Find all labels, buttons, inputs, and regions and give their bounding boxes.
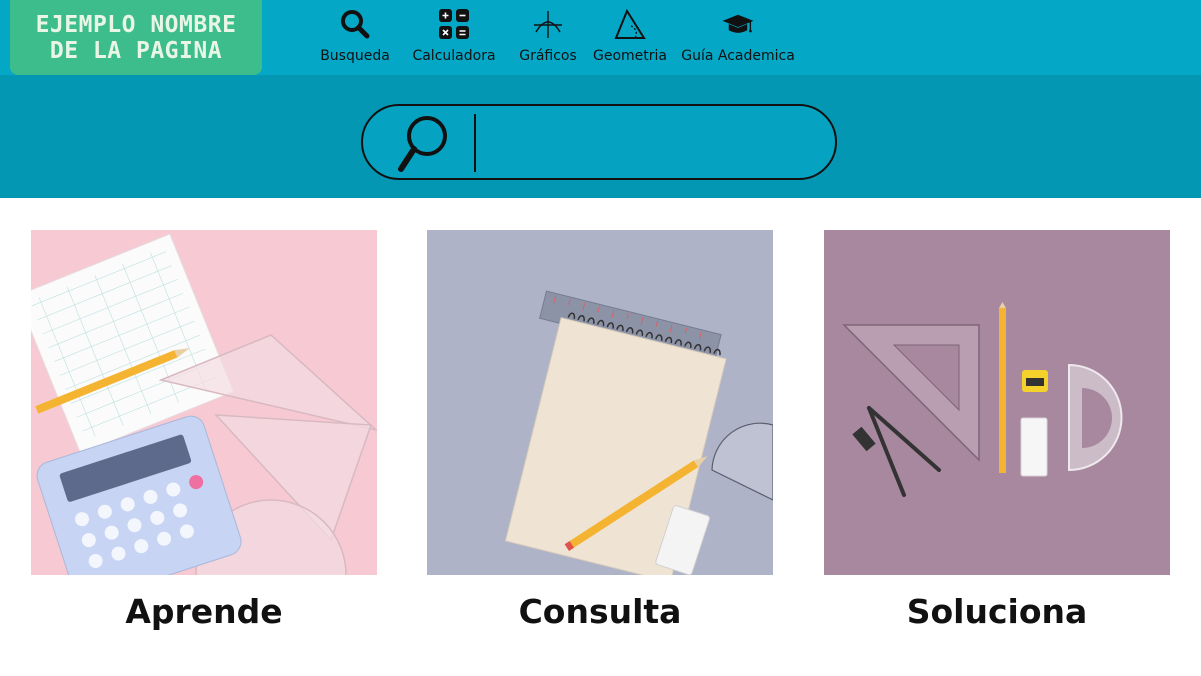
- card-soluciona[interactable]: Soluciona: [824, 230, 1170, 631]
- nav-item-graficos[interactable]: Gráficos: [513, 6, 583, 64]
- card-consulta[interactable]: Consulta: [427, 230, 773, 631]
- search-icon: [338, 6, 372, 42]
- nav-label: Guía Academica: [681, 48, 795, 64]
- search-bar[interactable]: [361, 104, 837, 180]
- purple-geometry-tools-photo[interactable]: [824, 230, 1170, 575]
- nav-item-geometria[interactable]: Geometria: [592, 6, 668, 64]
- site-name: EJEMPLO NOMBRE DE LA PAGINA: [35, 11, 237, 64]
- graduation-cap-icon: [721, 6, 755, 42]
- blue-notebook-photo[interactable]: [427, 230, 773, 575]
- nav-label: Calculadora: [412, 48, 496, 64]
- graph-icon: [531, 6, 565, 42]
- search-input[interactable]: [483, 116, 807, 172]
- calculator-icon: [437, 6, 471, 42]
- search-icon[interactable]: [397, 114, 453, 174]
- nav-item-guia-academica[interactable]: Guía Academica: [681, 6, 795, 64]
- nav-label: Geometria: [593, 48, 667, 64]
- nav-label: Gráficos: [519, 48, 577, 64]
- nav-label: Busqueda: [320, 48, 390, 64]
- nav-item-calculadora[interactable]: Calculadora: [408, 6, 500, 64]
- geometry-icon: [613, 6, 647, 42]
- card-title[interactable]: Aprende: [31, 592, 377, 631]
- nav-item-busqueda[interactable]: Busqueda: [320, 6, 390, 64]
- site-logo[interactable]: EJEMPLO NOMBRE DE LA PAGINA: [10, 0, 262, 75]
- top-navigation-bar: EJEMPLO NOMBRE DE LA PAGINA Busqueda Cal…: [0, 0, 1201, 75]
- text-cursor: [474, 114, 476, 172]
- pink-math-tools-photo[interactable]: [31, 230, 377, 575]
- card-title[interactable]: Soluciona: [824, 592, 1170, 631]
- card-title[interactable]: Consulta: [427, 592, 773, 631]
- card-aprende[interactable]: Aprende: [31, 230, 377, 631]
